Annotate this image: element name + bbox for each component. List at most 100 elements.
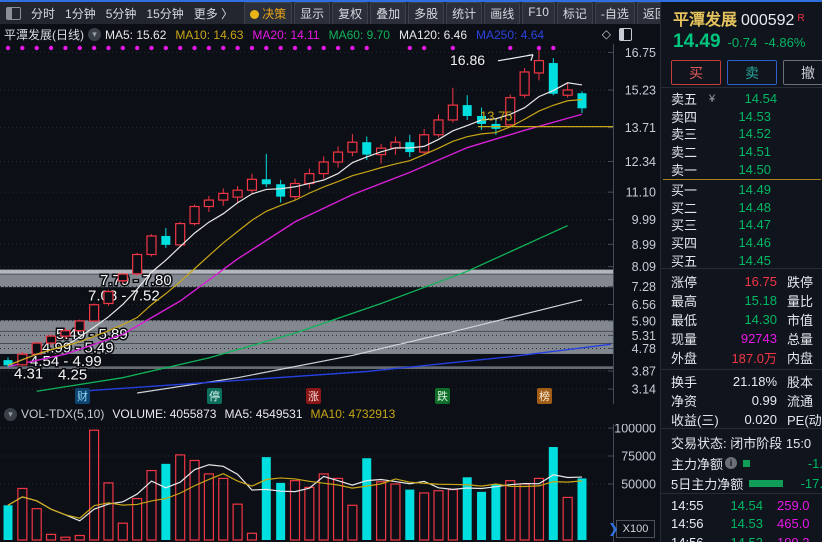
svg-text:13.75: 13.75 (480, 109, 513, 124)
quote-panel: 平潭发展 000592 R 14.49 -0.74 -4.86% 买 卖 撤 卖五 ¥14… (660, 0, 822, 542)
svg-text:75000: 75000 (621, 450, 656, 464)
x-axis-unit: X100 (616, 520, 655, 538)
stock-name: 平潭发展 (673, 12, 738, 29)
price-row: 14.49 -0.74 -4.86% (673, 31, 805, 53)
svg-text:13.71: 13.71 (625, 121, 656, 135)
watermark-badge: 榜 (537, 388, 552, 404)
toolbar-buttons: 显示复权叠加多股统计画线F10标记-自选返回 (292, 2, 660, 24)
svg-text:8.09: 8.09 (632, 260, 656, 274)
ma-legend-MA5: MA5: 15.62 (105, 27, 167, 42)
ask-row-1[interactable]: 卖四 14.53 (661, 108, 822, 126)
svg-text:15.23: 15.23 (625, 84, 656, 98)
tick-row: 14:56 14.53 465.0 (671, 516, 810, 532)
split-panel-icon[interactable] (619, 27, 632, 41)
stat-row: 收益(三) 0.020 PE(动 (671, 412, 822, 428)
watermark-badge: 财 (75, 388, 90, 404)
ma-legend-MA10: MA10: 14.63 (175, 27, 244, 42)
svg-text:3.87: 3.87 (632, 365, 656, 379)
toolbar-button-0[interactable]: 显示 (294, 2, 331, 24)
watermark-badge: 跌 (435, 388, 450, 404)
period-tab-4[interactable]: 更多 〉 (189, 5, 238, 22)
chart-column: 平潭发展(日线) ▾ MA5: 15.62 MA10: 14.63 MA20: 14… (0, 24, 660, 542)
tick-row: 14:5614.53199.2 (661, 533, 822, 542)
ma-legend-MA20: MA20: 14.11 (252, 27, 320, 42)
trading-status: 交易状态: 闭市阶段 15:0 (671, 436, 812, 451)
volume-ma10: MA10: 4732913 (310, 407, 396, 421)
toolbar-button-3[interactable]: 多股 (408, 2, 445, 24)
stat-row: 外盘 187.0万 内盘 (671, 351, 814, 366)
cancel-order-button[interactable]: 撤 (783, 60, 822, 85)
watermark-badge: 停 (207, 388, 222, 404)
ma-legend-MA250: MA250: 4.64 (476, 27, 545, 42)
period-tab-1[interactable]: 1分钟 (60, 5, 101, 22)
layout-toggle-icon[interactable] (6, 6, 21, 20)
sell-button[interactable]: 卖 (727, 60, 777, 85)
chart-title: 平潭发展(日线) (4, 28, 84, 42)
toolbar-button-2[interactable]: 叠加 (370, 2, 407, 24)
flow-bar (749, 479, 784, 487)
period-tab-3[interactable]: 15分钟 (141, 5, 188, 22)
svg-text:16.86: 16.86 (450, 52, 485, 68)
diamond-icon[interactable]: ◇ (602, 27, 611, 41)
svg-text:7.28: 7.28 (632, 280, 656, 294)
toolbar-button-6[interactable]: F10 (522, 2, 555, 24)
ask-row-0[interactable]: 卖五 ¥14.54 (661, 90, 822, 108)
decision-label: 决策 (262, 6, 287, 21)
volume-header: ▾ VOL-TDX(5,10) VOLUME: 4055873 MA5: 454… (0, 404, 660, 424)
decision-button[interactable]: 决策 (244, 2, 293, 24)
stats-grid: 涨停 16.75 跌停 最高 15.18 量比 最低 14.30 市值 现量 92743 总量 外盘 18… (661, 272, 822, 429)
stat-row: 涨停 16.75 跌停 (671, 274, 814, 290)
stat-row: 现量 92743 总量 (671, 331, 814, 347)
toolbar-button-4[interactable]: 统计 (446, 2, 483, 24)
buy-button[interactable]: 买 (671, 60, 721, 85)
lightbulb-icon (250, 9, 260, 19)
chevron-down-icon[interactable]: ▾ (88, 28, 101, 41)
candlestick-chart[interactable]: 7.79 - 7.807.08 - 7.525.49 - 5.894.99 - … (0, 44, 660, 404)
stock-code: 000592 (741, 12, 795, 29)
toolbar-button-9[interactable]: 返回 (636, 2, 660, 24)
toolbar-button-1[interactable]: 复权 (332, 2, 369, 24)
ask-row-2[interactable]: 卖三 14.52 (661, 125, 822, 143)
toolbar-button-8[interactable]: -自选 (594, 2, 635, 24)
bid-row-3[interactable]: 买四 14.46 (661, 234, 822, 252)
price-change: -0.74 (727, 35, 758, 50)
last-price: 14.49 (673, 31, 721, 52)
bid-row-1[interactable]: 买二 14.48 (661, 199, 822, 217)
ask-row-4[interactable]: 卖一 14.50 (661, 160, 822, 178)
watermark-badge: 涨 (306, 388, 321, 404)
scroll-right-arrow[interactable]: ❯ (608, 521, 619, 537)
kline-header: 平潭发展(日线) ▾ MA5: 15.62 MA10: 14.63 MA20: 14… (0, 25, 660, 44)
margin-flag: R (797, 13, 805, 24)
toolbar-button-5[interactable]: 画线 (484, 2, 521, 24)
volume-ma5: MA5: 4549531 (224, 407, 303, 421)
stock-title: 平潭发展 000592 R (673, 6, 805, 30)
bid-row-0[interactable]: 买一 14.49 (661, 181, 822, 199)
volume-chart[interactable]: 100000 75000 50000 (0, 424, 660, 542)
toolbar-button-7[interactable]: 标记 (556, 2, 593, 24)
period-tab-2[interactable]: 5分钟 (101, 5, 142, 22)
stat-row: 最低 14.30 市值 (671, 312, 814, 328)
bid-row-4[interactable]: 买五 14.45 (661, 251, 822, 269)
money-flow-rows: 主力净额 i -1. 5日主力净额 -17. (661, 453, 822, 493)
period-tabs: 分时 1分钟 5分钟 15分钟 更多 〉 (26, 5, 238, 22)
ask-row-3[interactable]: 卖二 14.51 (661, 143, 822, 161)
chevron-down-icon[interactable]: ▾ (4, 407, 17, 421)
svg-text:4.25: 4.25 (58, 367, 87, 384)
volume-indicator-name: VOL-TDX(5,10) (21, 407, 105, 421)
svg-text:12.34: 12.34 (625, 155, 656, 169)
top-toolbar: 分时 1分钟 5分钟 15分钟 更多 〉 决策 显示 复权 叠加 多股 统计 画线 F10 标记 -自选… (0, 2, 660, 24)
svg-text:4.31: 4.31 (14, 366, 43, 383)
tick-list: 14:5514.54259.0 14:5614.53465.014:5614.53… (661, 496, 822, 542)
svg-text:8.99: 8.99 (632, 238, 656, 252)
info-icon[interactable]: i (725, 457, 738, 469)
stat-row: 净资 0.99 流通 (671, 393, 814, 409)
bid-row-2[interactable]: 买三 14.47 (661, 216, 822, 234)
svg-text:11.10: 11.10 (626, 186, 656, 200)
period-tab-0[interactable]: 分时 (26, 5, 60, 22)
money-flow-row: 主力净额 i -1. (671, 455, 822, 472)
svg-text:7.79 - 7.80: 7.79 - 7.80 (100, 272, 172, 289)
volume-current: VOLUME: 4055873 (112, 407, 217, 421)
trading-app-window: 分时 1分钟 5分钟 15分钟 更多 〉 决策 显示 复权 叠加 多股 统计 画线 F10 标记 -自选… (0, 0, 822, 542)
trade-buttons: 买 卖 撤 (671, 60, 822, 85)
ma-legend-MA60: MA60: 9.70 (328, 27, 390, 42)
